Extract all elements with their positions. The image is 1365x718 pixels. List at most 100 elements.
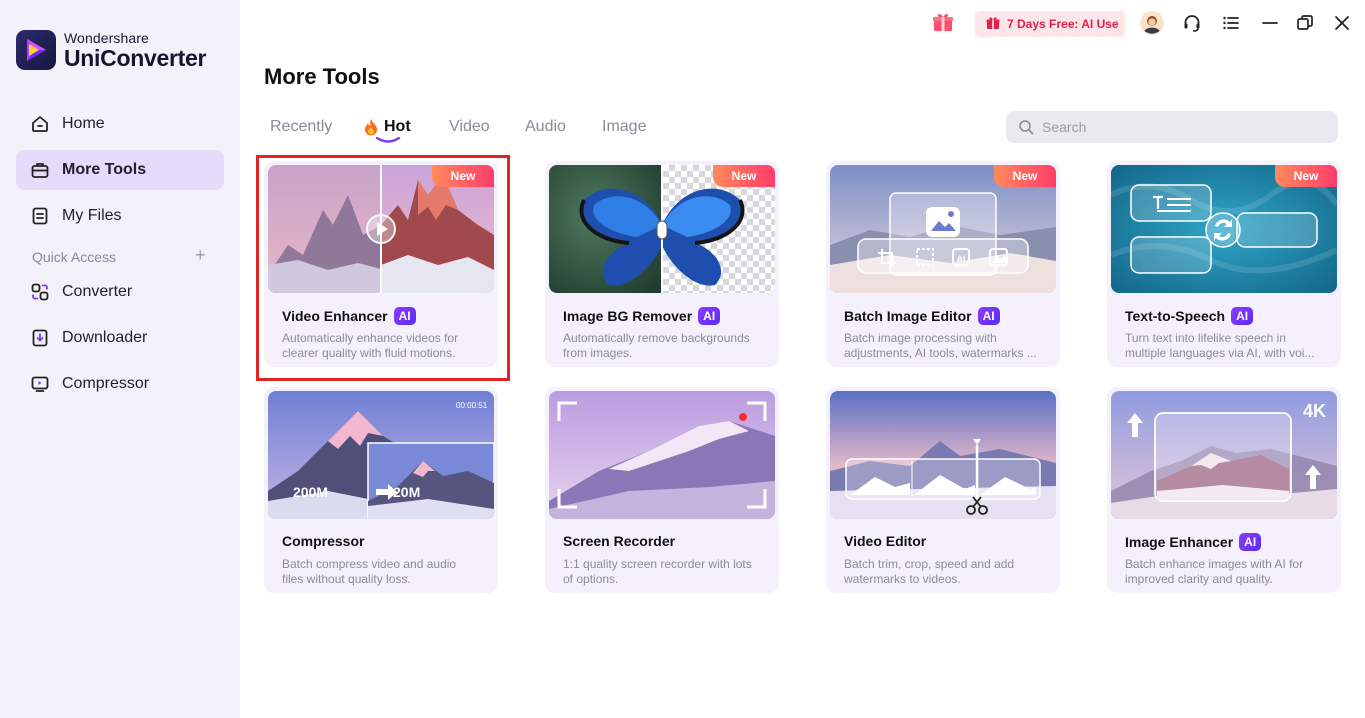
card-description: Batch trim, crop, speed and add watermar… [844,557,1049,587]
compressor-time-label: 00:00:51 [456,401,488,410]
image-enhancer-res-label: 4K [1303,401,1326,421]
tab-image[interactable]: Image [602,118,646,136]
card-description: Automatically remove backgrounds from im… [563,331,768,361]
card-title-text: Image Enhancer [1125,534,1234,550]
desc-line: Automatically remove backgrounds [563,331,750,345]
sidebar-item-my-files[interactable]: My Files [16,196,224,236]
headset-icon [1182,13,1202,38]
sidebar-item-converter[interactable]: Converter [16,272,224,312]
quick-access-label: Quick Access [32,249,117,265]
desc-line: Batch enhance images with AI for [1125,557,1304,571]
card-description: 1:1 quality screen recorder with lots of… [563,557,768,587]
card-title: Text-to-Speech AI [1125,307,1254,325]
sidebar-item-label: Downloader [62,329,148,346]
gift-button[interactable] [928,10,958,38]
avatar-icon [1140,10,1164,40]
sidebar-item-label: Converter [62,283,133,300]
restore-icon [1296,14,1314,37]
close-icon [1333,14,1351,37]
new-badge: New [713,165,775,187]
tool-card-image-enhancer[interactable]: 4K Image Enhancer AI Batch enhance image… [1107,387,1341,593]
tab-recently[interactable]: Recently [270,118,332,136]
sidebar-item-label: Home [62,115,105,132]
desc-line: multiple languages via AI, with voi... [1125,346,1315,360]
card-title: Image Enhancer AI [1125,533,1262,551]
tab-hot[interactable]: Hot [363,118,411,136]
compressor-icon [30,374,50,394]
account-button[interactable] [1139,10,1165,40]
downloader-icon [30,328,50,348]
desc-line: Batch compress video and audio [282,557,457,571]
minimize-button[interactable] [1257,11,1283,39]
search-box[interactable] [1006,111,1338,143]
desc-line: Turn text into lifelike speech in [1125,331,1286,345]
gift-icon [930,9,956,40]
promo-label: 7 Days Free: AI Use [1007,17,1119,31]
file-icon [30,206,50,226]
promo-button[interactable]: 7 Days Free: AI Use [975,11,1125,37]
card-description: Batch image processing with adjustments,… [844,331,1049,361]
card-title: Image BG Remover AI [563,307,721,325]
converter-icon [30,282,50,302]
tool-card-text-to-speech[interactable]: New Text-to-Speech AI Turn text into lif… [1107,161,1341,367]
tab-video[interactable]: Video [449,118,490,136]
video-editor-thumbnail [830,391,1056,519]
desc-line: improved clarity and quality. [1125,572,1273,586]
tool-card-batch-image-editor[interactable]: AI New Batch Image Editor AI Batch image… [826,161,1060,367]
app-logo [16,30,56,70]
toolbox-icon [30,160,50,180]
desc-line: adjustments, AI tools, watermarks ... [844,346,1037,360]
tab-audio[interactable]: Audio [525,118,566,136]
card-title-text: Compressor [282,533,365,549]
tool-card-image-bg-remover[interactable]: New Image BG Remover AI Automatically re… [545,161,779,367]
tool-card-video-editor[interactable]: Video Editor Batch trim, crop, speed and… [826,387,1060,593]
desc-line: watermarks to videos. [844,572,961,586]
tool-card-compressor[interactable]: 00:00:51 200M 20M Compressor Batch compr… [264,387,498,593]
desc-line: of options. [563,572,619,586]
new-badge: New [1275,165,1337,187]
card-title-text: Video Editor [844,533,927,549]
minimize-icon [1261,14,1279,37]
sidebar-item-label: My Files [62,207,122,224]
ai-badge: AI [1231,307,1254,325]
sidebar-item-home[interactable]: Home [16,104,224,144]
support-button[interactable] [1179,11,1205,39]
sidebar-item-label: More Tools [62,161,147,178]
restore-button[interactable] [1292,11,1318,39]
sidebar: Wondershare UniConverter Home More Tools… [0,0,240,718]
card-description: Batch enhance images with AI for improve… [1125,557,1330,587]
card-title-text: Screen Recorder [563,533,676,549]
page-title: More Tools [264,64,380,89]
search-input[interactable] [1042,119,1322,135]
home-icon [30,114,50,134]
desc-line: Batch trim, crop, speed and add [844,557,1015,571]
list-menu-icon [1221,13,1241,38]
image-enhancer-thumbnail: 4K [1111,391,1337,519]
desc-line: from images. [563,346,633,360]
brand-name: UniConverter [64,44,207,71]
card-description: Batch compress video and audio files wit… [282,557,487,587]
desc-line: Batch image processing with [844,331,997,345]
add-quick-access-button[interactable]: + [195,246,206,264]
card-title: Screen Recorder [563,533,675,549]
screen-recorder-thumbnail [549,391,775,519]
sidebar-item-downloader[interactable]: Downloader [16,318,224,358]
brand-sub: Wondershare [64,29,149,46]
compressor-from-label: 200M [293,484,328,500]
tool-card-screen-recorder[interactable]: Screen Recorder 1:1 quality screen recor… [545,387,779,593]
card-title: Batch Image Editor AI [844,307,1000,325]
sidebar-item-compressor[interactable]: Compressor [16,364,224,404]
card-title: Video Editor [844,533,926,549]
selection-highlight [256,155,510,381]
ai-badge: AI [977,307,1000,325]
compressor-thumbnail: 00:00:51 200M 20M [268,391,494,519]
fire-icon [363,118,379,136]
close-button[interactable] [1329,11,1355,39]
card-title-text: Image BG Remover [563,308,693,324]
brand: Wondershare UniConverter [16,30,206,70]
svg-text:AI: AI [957,254,966,264]
menu-button[interactable] [1218,11,1244,39]
ai-badge: AI [1239,533,1262,551]
sidebar-item-more-tools[interactable]: More Tools [16,150,224,190]
sidebar-item-label: Compressor [62,375,150,392]
